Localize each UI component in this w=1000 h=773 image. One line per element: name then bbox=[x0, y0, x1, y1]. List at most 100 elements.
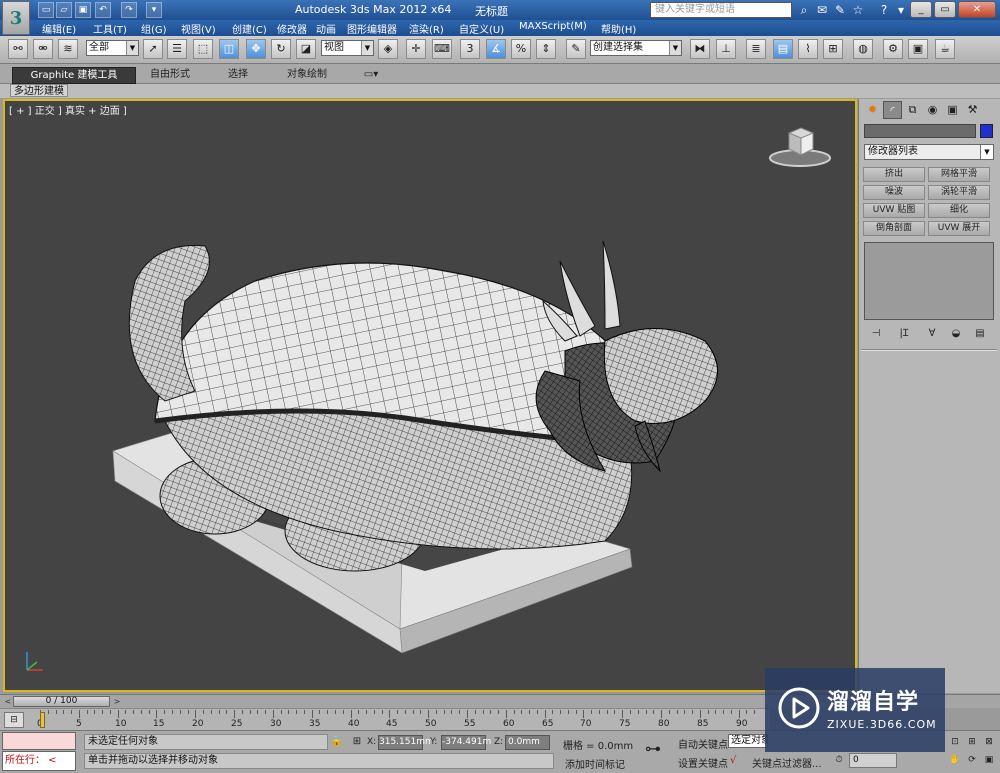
time-config-icon[interactable]: ⏱ bbox=[832, 753, 846, 767]
noise-button[interactable]: 噪波 bbox=[863, 185, 925, 200]
make-unique-icon[interactable]: ∀ bbox=[923, 327, 941, 341]
selection-lock-icon[interactable]: 🔒 bbox=[330, 735, 344, 749]
menu-group[interactable]: 组(G) bbox=[141, 21, 167, 36]
maxscript-listener-pink[interactable] bbox=[2, 732, 76, 750]
set-key-icon[interactable]: √ bbox=[730, 755, 736, 766]
viewcube-icon[interactable] bbox=[765, 125, 835, 169]
create-tab-icon[interactable]: ✹ bbox=[863, 101, 882, 119]
move-icon[interactable]: ✥ bbox=[246, 39, 266, 59]
percent-snap-icon[interactable]: % bbox=[511, 39, 531, 59]
time-slider-prev-icon[interactable]: < bbox=[3, 696, 13, 707]
bind-space-warp-icon[interactable]: ≋ bbox=[58, 39, 78, 59]
redo-icon[interactable]: ↷ bbox=[121, 2, 137, 18]
tab-graphite-modeling[interactable]: Graphite 建模工具 bbox=[12, 67, 136, 84]
extrude-button[interactable]: 挤出 bbox=[863, 167, 925, 182]
time-slider-thumb[interactable]: 0 / 100 bbox=[13, 696, 110, 707]
display-tab-icon[interactable]: ▣ bbox=[943, 101, 962, 119]
tab-object-paint[interactable]: 对象绘制 bbox=[287, 67, 327, 84]
binoculars-icon[interactable]: ⌕ bbox=[796, 2, 812, 18]
tab-freeform[interactable]: 自由形式 bbox=[150, 67, 190, 84]
pan-view-icon[interactable]: ✋ bbox=[948, 753, 962, 767]
bevel-profile-button[interactable]: 倒角剖面 bbox=[863, 221, 925, 236]
named-selection-dropdown[interactable]: 创建选择集 ▼ bbox=[590, 40, 682, 56]
current-frame-field[interactable]: 0 bbox=[849, 753, 897, 768]
x-coordinate-field[interactable]: 315.151mm bbox=[378, 735, 434, 750]
turtle-dragon-model[interactable] bbox=[5, 101, 855, 690]
set-key-label[interactable]: 设置关键点 bbox=[678, 755, 728, 770]
help-dropdown-icon[interactable]: ▾ bbox=[893, 2, 909, 18]
perspective-viewport[interactable]: [ + ] 正交 ] 真实 + 边面 ] bbox=[3, 99, 857, 692]
favorites-star-icon[interactable]: ☆ bbox=[850, 2, 866, 18]
time-slider-next-icon[interactable]: > bbox=[112, 696, 122, 707]
mirror-icon[interactable]: ⧓ bbox=[690, 39, 710, 59]
z-coordinate-field[interactable]: 0.0mm bbox=[505, 735, 550, 750]
select-manipulate-icon[interactable]: ✛ bbox=[406, 39, 426, 59]
material-editor-icon[interactable]: ◍ bbox=[853, 39, 873, 59]
edit-named-selection-icon[interactable]: ✎ bbox=[566, 39, 586, 59]
remove-modifier-icon[interactable]: ◒ bbox=[947, 327, 965, 341]
zoom-extents-icon[interactable]: ⊡ bbox=[948, 735, 962, 749]
rotate-icon[interactable]: ↻ bbox=[271, 39, 291, 59]
minimize-button[interactable]: _ bbox=[910, 1, 932, 18]
tools-icon[interactable]: ✎ bbox=[832, 2, 848, 18]
key-icon[interactable]: ⊶ bbox=[645, 739, 671, 759]
save-file-icon[interactable]: ▣ bbox=[75, 2, 91, 18]
zoom-all-icon[interactable]: ⊠ bbox=[982, 735, 996, 749]
keyboard-shortcut-icon[interactable]: ⌨ bbox=[432, 39, 452, 59]
maximize-viewport-icon[interactable]: ▣ bbox=[982, 753, 996, 767]
menu-modifiers[interactable]: 修改器 bbox=[277, 21, 307, 36]
link-icon[interactable]: ⚯ bbox=[8, 39, 28, 59]
modify-tab-icon[interactable]: ◜ bbox=[883, 101, 902, 119]
modifier-list-dropdown[interactable]: 修改器列表 ▼ bbox=[864, 144, 994, 160]
open-file-icon[interactable]: ▱ bbox=[56, 2, 72, 18]
y-coordinate-field[interactable]: -374.491m bbox=[441, 735, 491, 750]
pin-stack-icon[interactable]: ⊣ bbox=[867, 327, 885, 341]
menu-edit[interactable]: 编辑(E) bbox=[42, 21, 76, 36]
hierarchy-tab-icon[interactable]: ⧉ bbox=[903, 101, 922, 119]
undo-icon[interactable]: ↶ bbox=[95, 2, 111, 18]
rect-selection-icon[interactable]: ⬚ bbox=[193, 39, 213, 59]
render-setup-icon[interactable]: ⚙ bbox=[883, 39, 903, 59]
menu-maxscript[interactable]: MAXScript(M) bbox=[519, 21, 587, 32]
key-selection-dropdown[interactable]: 选定对象 bbox=[728, 734, 768, 748]
menu-create[interactable]: 创建(C) bbox=[232, 21, 267, 36]
render-teapot-icon[interactable]: ☕ bbox=[935, 39, 955, 59]
utilities-tab-icon[interactable]: ⚒ bbox=[963, 101, 982, 119]
align-icon[interactable]: ⊥ bbox=[716, 39, 736, 59]
close-button[interactable]: ✕ bbox=[958, 1, 996, 18]
menu-customize[interactable]: 自定义(U) bbox=[459, 21, 504, 36]
zoom-extents-all-icon[interactable]: ⊞ bbox=[965, 735, 979, 749]
reference-coord-dropdown[interactable]: 视图 ▼ bbox=[321, 40, 374, 56]
object-color-swatch[interactable] bbox=[980, 124, 993, 138]
unlink-icon[interactable]: ⚮ bbox=[33, 39, 53, 59]
show-end-result-icon[interactable]: |Ɪ bbox=[895, 327, 913, 341]
add-time-tag[interactable]: 添加时间标记 bbox=[565, 756, 625, 771]
select-object-icon[interactable]: ➚ bbox=[143, 39, 163, 59]
unwrap-uvw-button[interactable]: UVW 展开 bbox=[928, 221, 990, 236]
search-input[interactable]: 键入关键字或短语 bbox=[650, 2, 792, 18]
turbosmooth-button[interactable]: 涡轮平滑 bbox=[928, 185, 990, 200]
frame-ruler[interactable]: 051015202530354045505560657075808590 bbox=[37, 710, 763, 730]
rendered-frame-icon[interactable]: ▣ bbox=[908, 39, 928, 59]
scale-icon[interactable]: ◪ bbox=[296, 39, 316, 59]
absolute-mode-icon[interactable]: ⊞ bbox=[350, 735, 364, 749]
angle-snap-icon[interactable]: ∡ bbox=[486, 39, 506, 59]
uvw-map-button[interactable]: UVW 贴图 bbox=[863, 203, 925, 218]
current-frame-marker[interactable] bbox=[40, 712, 45, 728]
object-name-field[interactable] bbox=[864, 124, 976, 138]
window-crossing-icon[interactable]: ◫ bbox=[219, 39, 239, 59]
menu-graph-editors[interactable]: 图形编辑器 bbox=[347, 21, 397, 36]
curve-editor-icon[interactable]: ⌇ bbox=[798, 39, 818, 59]
communication-icon[interactable]: ✉ bbox=[814, 2, 830, 18]
layer-manager-icon[interactable]: ≣ bbox=[746, 39, 766, 59]
key-filters-button[interactable]: 关键点过滤器... bbox=[752, 755, 822, 770]
pivot-center-icon[interactable]: ◈ bbox=[378, 39, 398, 59]
schematic-view-icon[interactable]: ⊞ bbox=[823, 39, 843, 59]
configure-modifier-sets-icon[interactable]: ▤ bbox=[971, 327, 989, 341]
new-file-icon[interactable]: ▭ bbox=[38, 2, 54, 18]
modifier-stack[interactable] bbox=[864, 242, 994, 320]
viewport-label[interactable]: [ + ] 正交 ] 真实 + 边面 ] bbox=[9, 102, 127, 117]
restore-button[interactable]: ▭ bbox=[934, 1, 956, 18]
3ds-max-logo-icon[interactable]: 3 bbox=[2, 1, 30, 35]
menu-views[interactable]: 视图(V) bbox=[181, 21, 216, 36]
